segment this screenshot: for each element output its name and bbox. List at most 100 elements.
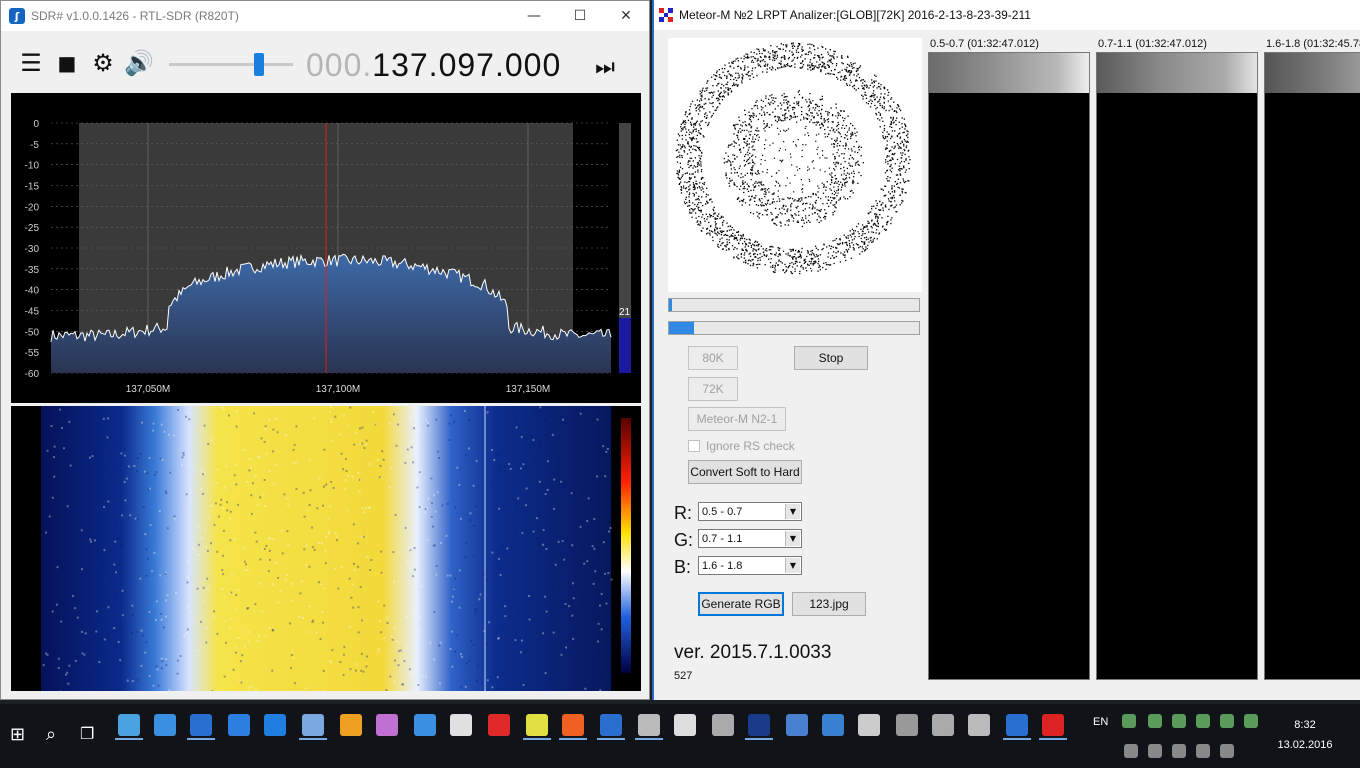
- edge-app-icon[interactable]: [264, 714, 286, 736]
- ghost-app-icon[interactable]: [376, 714, 398, 736]
- frequency-display[interactable]: 000.137.097.000: [306, 47, 561, 84]
- channel-g-select[interactable]: 0.7 - 1.1 ▼: [698, 529, 802, 548]
- mail-app-icon[interactable]: [302, 714, 324, 736]
- display-tray-icon[interactable]: [1196, 744, 1210, 758]
- meter-app-icon[interactable]: [638, 714, 660, 736]
- network-tray-icon[interactable]: [1122, 714, 1136, 728]
- volume-slider-track[interactable]: [169, 63, 293, 66]
- channel-b-select[interactable]: 1.6 - 1.8 ▼: [698, 556, 802, 575]
- gear-icon[interactable]: ⚙: [89, 49, 117, 77]
- globe-tray-icon[interactable]: [1244, 714, 1258, 728]
- store-app-icon[interactable]: [228, 714, 250, 736]
- skip-icon[interactable]: ⏭: [591, 53, 619, 81]
- search-icon[interactable]: ⌕: [46, 724, 56, 745]
- clock-date: 13.02.2016: [1277, 739, 1333, 751]
- channel-g-label: G:: [674, 530, 694, 550]
- save-jpg-button[interactable]: 123.jpg: [792, 592, 866, 616]
- sdrsharp-app-icon[interactable]: [1006, 714, 1028, 736]
- frequency-leading-zeros: 000.: [306, 47, 373, 83]
- channel-panel-label: 0.7-1.1 (01:32:47.012): [1098, 38, 1207, 50]
- s-app-icon[interactable]: [932, 714, 954, 736]
- db-tick-label: -30: [25, 244, 40, 255]
- flash-app-icon[interactable]: [562, 714, 584, 736]
- meteor-n21-button[interactable]: Meteor-M N2-1: [688, 407, 786, 431]
- chat-tray-icon[interactable]: [1220, 714, 1234, 728]
- meteor-task-icon[interactable]: [1042, 714, 1064, 736]
- tool-app-icon[interactable]: [968, 714, 990, 736]
- taskbar-clock[interactable]: 8:32 13.02.2016: [1270, 704, 1340, 751]
- chevron-down-icon[interactable]: ▼: [785, 531, 800, 546]
- books-app-icon[interactable]: [674, 714, 696, 736]
- spectrum-plot: 0 -5 -10 -15 -20 -25 -30 -35 -40 -45 -50 -55 -60 137,…: [25, 119, 631, 395]
- chart-app-icon[interactable]: [822, 714, 844, 736]
- signal-progress-bar: [668, 298, 920, 312]
- db-tick-label: -55: [25, 348, 40, 359]
- globe-app-icon[interactable]: [414, 714, 436, 736]
- mail-tray-icon[interactable]: [1148, 714, 1162, 728]
- photoshop-app-icon[interactable]: [748, 714, 770, 736]
- channel-b-label: B:: [674, 557, 692, 577]
- chevron-down-icon[interactable]: ▼: [785, 558, 800, 573]
- task-view-icon[interactable]: ❐: [80, 724, 94, 743]
- close-icon[interactable]: ✕: [603, 1, 649, 31]
- gpu-tray-icon[interactable]: [1124, 744, 1138, 758]
- network-app-icon[interactable]: [450, 714, 472, 736]
- stop-icon[interactable]: ■: [53, 49, 81, 77]
- stop-button[interactable]: Stop: [794, 346, 868, 370]
- monitor-app-icon[interactable]: [118, 714, 140, 736]
- calc-app-icon[interactable]: [488, 714, 510, 736]
- disc-app-icon[interactable]: [712, 714, 734, 736]
- minimize-icon[interactable]: —: [511, 1, 557, 31]
- constellation-plot: [668, 38, 922, 292]
- satellite-app-icon[interactable]: [858, 714, 880, 736]
- chevron-down-icon[interactable]: ▼: [785, 504, 800, 519]
- language-indicator[interactable]: EN: [1093, 716, 1108, 728]
- snr-value: 21: [619, 307, 631, 318]
- bluetooth-tray-icon[interactable]: [1148, 744, 1162, 758]
- channel-r-select[interactable]: 0.5 - 0.7 ▼: [698, 502, 802, 521]
- db-tick-label: -5: [30, 140, 39, 151]
- document-app-icon[interactable]: [154, 714, 176, 736]
- ball-app-icon[interactable]: [526, 714, 548, 736]
- maximize-icon[interactable]: ☐: [557, 1, 603, 31]
- spectrum-analyzer[interactable]: 0 -5 -10 -15 -20 -25 -30 -35 -40 -45 -50 -55 -60 137,…: [11, 93, 641, 403]
- sdr-app-icon[interactable]: [600, 714, 622, 736]
- link-tray-icon[interactable]: [1196, 714, 1210, 728]
- running-indicator: [559, 738, 587, 740]
- sdr-window-title: SDR# v1.0.0.1426 - RTL-SDR (R820T): [31, 9, 239, 23]
- meteor-title-bar[interactable]: Meteor-M №2 LRPT Analizer:[GLOB][72K] 20…: [654, 0, 1360, 30]
- checkbox-box[interactable]: [688, 440, 700, 452]
- mute-icon[interactable]: [1220, 744, 1234, 758]
- channel-image-1[interactable]: [928, 52, 1090, 680]
- speaker-icon[interactable]: 🔊: [124, 49, 154, 77]
- people-tray-icon[interactable]: [1172, 714, 1186, 728]
- waterfall-color-scale: [621, 418, 631, 673]
- mode-80k-button[interactable]: 80K: [688, 346, 738, 370]
- running-indicator: [635, 738, 663, 740]
- volume-slider-thumb[interactable]: [253, 53, 264, 76]
- mode-72k-button[interactable]: 72K: [688, 377, 738, 401]
- usb-tray-icon[interactable]: [1172, 744, 1186, 758]
- db-tick-label: -35: [25, 265, 40, 276]
- db-tick-label: -20: [25, 202, 40, 213]
- chat-app-icon[interactable]: [340, 714, 362, 736]
- clapper-app-icon[interactable]: [896, 714, 918, 736]
- channel-image-2[interactable]: [1096, 52, 1258, 680]
- waterfall-heatmap: [41, 406, 611, 691]
- channel-image-3[interactable]: [1264, 52, 1360, 680]
- freq-tick-label: 137,150M: [506, 384, 550, 395]
- running-indicator: [1003, 738, 1031, 740]
- menu-icon[interactable]: ☰: [17, 49, 45, 77]
- running-indicator: [187, 738, 215, 740]
- snr-meter-fill: [619, 318, 631, 373]
- convert-soft-to-hard-button[interactable]: Convert Soft to Hard: [688, 460, 802, 484]
- sdr-title-bar[interactable]: ʃ SDR# v1.0.0.1426 - RTL-SDR (R820T) — ☐…: [1, 1, 649, 31]
- notes-app-icon[interactable]: [786, 714, 808, 736]
- generate-rgb-button[interactable]: Generate RGB: [698, 592, 784, 616]
- db-tick-label: -50: [25, 327, 40, 338]
- waterfall-display[interactable]: [11, 406, 641, 691]
- version-label: ver. 2015.7.1.0033: [674, 642, 832, 663]
- windows-start-icon[interactable]: ⊞: [10, 724, 25, 745]
- ignore-rs-checkbox[interactable]: Ignore RS check: [688, 439, 795, 453]
- browser-app-icon[interactable]: [190, 714, 212, 736]
